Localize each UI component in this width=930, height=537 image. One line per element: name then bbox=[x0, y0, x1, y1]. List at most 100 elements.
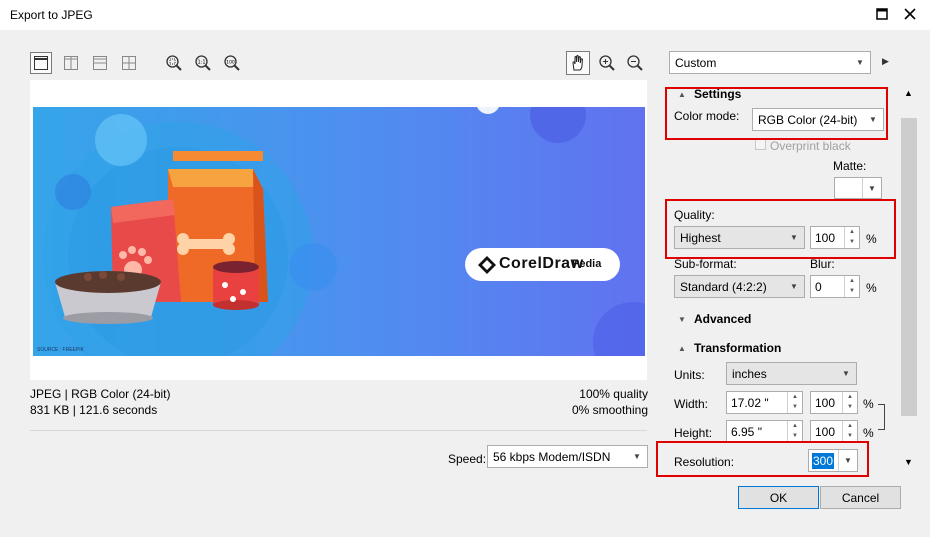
zoom-in-icon bbox=[599, 55, 615, 71]
quad-view-icon bbox=[122, 56, 136, 70]
chevron-down-icon: ▼ bbox=[633, 452, 641, 461]
chevron-up-icon[interactable]: ▲ bbox=[843, 421, 857, 431]
highlight-resolution bbox=[656, 441, 869, 477]
expand-arrow-icon[interactable]: ▼ bbox=[678, 315, 686, 324]
preset-menu-arrow-icon[interactable]: ▶ bbox=[882, 56, 889, 67]
split-horizontal-button[interactable] bbox=[89, 52, 111, 74]
scrollbar-thumb[interactable] bbox=[901, 118, 917, 416]
preset-value: Custom bbox=[675, 56, 717, 70]
chevron-down-icon[interactable]: ▼ bbox=[788, 431, 802, 441]
stepper-arrows[interactable]: ▲ ▼ bbox=[842, 392, 857, 413]
chevron-down-icon[interactable]: ▼ bbox=[843, 402, 857, 412]
size-info: 831 KB | 121.6 seconds bbox=[30, 403, 158, 417]
percent-sign: % bbox=[866, 281, 877, 295]
subformat-dropdown[interactable]: Standard (4:2:2) ▼ bbox=[674, 275, 805, 298]
transformation-section-header[interactable]: Transformation bbox=[694, 341, 781, 355]
quality-info: 100% quality bbox=[579, 387, 648, 401]
zoom-100-button[interactable]: 100 bbox=[221, 52, 243, 74]
height-value: 6.95 " bbox=[731, 425, 762, 439]
highlight-color-mode bbox=[665, 87, 888, 140]
matte-label: Matte: bbox=[833, 159, 867, 173]
chevron-down-icon[interactable]: ▼ bbox=[845, 286, 859, 296]
height-percent-value: 100 bbox=[815, 425, 836, 439]
scroll-down-icon[interactable]: ▼ bbox=[904, 457, 913, 467]
speed-label: Speed: bbox=[448, 452, 487, 466]
coreldraw-pedia-logo: CorelDraw Pedia bbox=[465, 248, 620, 281]
split-vertical-button[interactable] bbox=[60, 52, 82, 74]
speed-dropdown[interactable]: 56 kbps Modem/ISDN ▼ bbox=[487, 445, 648, 468]
chevron-down-icon[interactable]: ▼ bbox=[843, 431, 857, 441]
subformat-label: Sub-format: bbox=[674, 257, 737, 271]
pan-tool-button[interactable] bbox=[566, 51, 590, 75]
collapse-arrow-icon[interactable]: ▲ bbox=[678, 344, 686, 353]
chevron-down-icon: ▼ bbox=[790, 282, 798, 291]
width-percent-stepper[interactable]: 100 ▲ ▼ bbox=[810, 391, 858, 414]
height-label: Height: bbox=[674, 426, 713, 440]
maintain-ratio-lock-icon[interactable] bbox=[878, 404, 885, 430]
pet-food-illustration bbox=[43, 107, 645, 356]
svg-text:100: 100 bbox=[226, 60, 235, 66]
close-icon bbox=[904, 8, 916, 20]
single-view-button[interactable] bbox=[30, 52, 52, 74]
percent-sign: % bbox=[863, 397, 874, 411]
cancel-button[interactable]: Cancel bbox=[820, 486, 901, 509]
window-title: Export to JPEG bbox=[10, 8, 93, 22]
overprint-checkbox[interactable] bbox=[755, 139, 766, 150]
width-percent-value: 100 bbox=[815, 396, 836, 410]
quad-view-button[interactable] bbox=[118, 52, 140, 74]
logo-mark-icon bbox=[478, 256, 496, 274]
units-value: inches bbox=[732, 367, 767, 381]
title-bar bbox=[0, 0, 930, 30]
stepper-arrows[interactable]: ▲ ▼ bbox=[844, 276, 859, 297]
scroll-up-icon[interactable]: ▲ bbox=[904, 88, 913, 98]
stepper-arrows[interactable]: ▲ ▼ bbox=[842, 421, 857, 442]
zoom-out-button[interactable] bbox=[624, 52, 646, 74]
close-button[interactable] bbox=[898, 4, 922, 24]
chevron-down-icon: ▼ bbox=[862, 178, 881, 198]
stepper-arrows[interactable]: ▲ ▼ bbox=[787, 421, 802, 442]
matte-color-picker[interactable]: ▼ bbox=[834, 177, 882, 199]
single-view-icon bbox=[34, 56, 48, 70]
height-stepper[interactable]: 6.95 " ▲ ▼ bbox=[726, 420, 803, 443]
chevron-down-icon: ▼ bbox=[842, 369, 850, 378]
logo-text: CorelDraw bbox=[499, 255, 584, 272]
zoom-out-icon bbox=[627, 55, 643, 71]
zoom-in-button[interactable] bbox=[596, 52, 618, 74]
zoom-fit-button[interactable] bbox=[163, 52, 185, 74]
split-vertical-icon bbox=[64, 56, 78, 70]
split-horizontal-icon bbox=[93, 56, 107, 70]
width-stepper[interactable]: 17.02 " ▲ ▼ bbox=[726, 391, 803, 414]
width-label: Width: bbox=[674, 397, 709, 411]
percent-sign: % bbox=[863, 426, 874, 440]
ok-button[interactable]: OK bbox=[738, 486, 819, 509]
overprint-label: Overprint black bbox=[770, 139, 851, 153]
chevron-up-icon[interactable]: ▲ bbox=[845, 276, 859, 286]
stepper-arrows[interactable]: ▲ ▼ bbox=[787, 392, 802, 413]
smoothing-info: 0% smoothing bbox=[571, 403, 648, 417]
width-value: 17.02 " bbox=[731, 396, 769, 410]
zoom-1to1-button[interactable]: 1:1 bbox=[192, 52, 214, 74]
logo-suffix: Pedia bbox=[572, 258, 602, 270]
chevron-down-icon[interactable]: ▼ bbox=[788, 402, 802, 412]
preset-dropdown[interactable]: Custom ▼ bbox=[669, 51, 871, 74]
zoom-1to1-icon: 1:1 bbox=[195, 55, 211, 71]
zoom-fit-icon bbox=[166, 55, 182, 71]
highlight-quality bbox=[665, 199, 896, 259]
svg-text:1:1: 1:1 bbox=[197, 60, 205, 66]
units-dropdown[interactable]: inches ▼ bbox=[726, 362, 857, 385]
zoom-100-icon: 100 bbox=[224, 55, 240, 71]
preview-image: SOURCE : FREEPIK bbox=[33, 107, 645, 356]
format-info: JPEG | RGB Color (24-bit) bbox=[30, 387, 171, 401]
divider bbox=[30, 430, 647, 431]
advanced-section-header[interactable]: Advanced bbox=[694, 312, 751, 326]
chevron-up-icon[interactable]: ▲ bbox=[788, 392, 802, 402]
maximize-icon bbox=[876, 8, 888, 20]
blur-label: Blur: bbox=[810, 257, 835, 271]
chevron-up-icon[interactable]: ▲ bbox=[788, 421, 802, 431]
height-percent-stepper[interactable]: 100 ▲ ▼ bbox=[810, 420, 858, 443]
maximize-button[interactable] bbox=[870, 4, 894, 24]
blur-stepper[interactable]: 0 ▲ ▼ bbox=[810, 275, 860, 298]
speed-value: 56 kbps Modem/ISDN bbox=[493, 450, 611, 464]
subformat-value: Standard (4:2:2) bbox=[680, 280, 767, 294]
chevron-up-icon[interactable]: ▲ bbox=[843, 392, 857, 402]
